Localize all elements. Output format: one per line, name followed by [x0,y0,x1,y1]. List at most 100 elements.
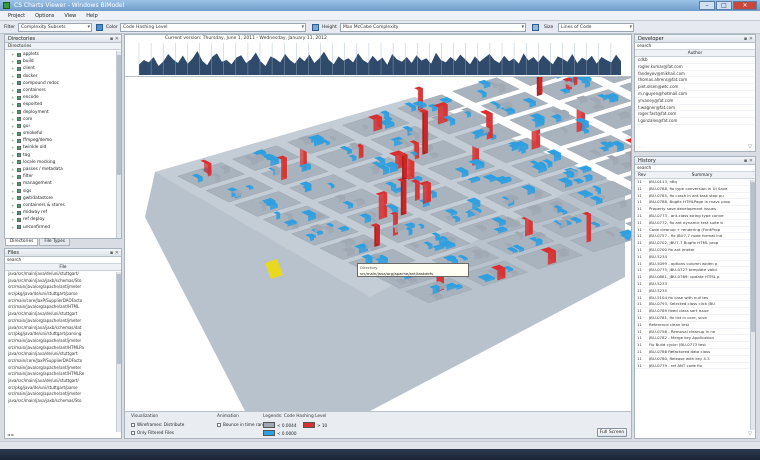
menu-help[interactable]: Help [86,11,97,20]
file-row[interactable]: src/pkg/java/de/uni/stuttgart/parse [8,385,121,392]
history-row[interactable]: 11 Reference clean test [635,322,755,329]
author-row[interactable]: rogler.kumar@fat.com [635,64,755,71]
directory-checkbox[interactable] [17,66,21,71]
file-row[interactable]: java/src/main/java/de/uni/stuttgart [8,351,121,358]
file-row[interactable]: src/main/java/org/apache/ant/HTML [8,304,121,311]
history-row[interactable]: 11 JBU-0773 - ant-class string type conve [635,213,755,220]
directory-item[interactable]: + sigs [11,188,121,195]
file-row[interactable]: src/main/java/org/apache/ant/jmeter [8,338,121,345]
menu-view[interactable]: View [64,11,76,20]
history-row[interactable]: 11 JBU-0788, fix type conversion in UI Sa… [635,186,755,193]
filtered-files-option[interactable]: Only Filtered Files [131,430,174,435]
history-row[interactable]: 11 Fix Build cycle: JBU-0773 test [635,342,755,349]
history-row[interactable]: 11 JBU-0793, Selected class click JBU [635,301,755,309]
directory-item[interactable]: + deployment [11,109,121,116]
directory-item[interactable]: + encode [11,94,121,101]
author-row[interactable]: cdkb [635,57,755,64]
file-row[interactable]: src/main/java/org/apache/ant/HTMLPa [8,345,121,352]
directory-item[interactable]: + containers & stores [11,202,121,209]
file-row[interactable]: src/main/java/org/apache/ant/jmeter [8,284,121,291]
menu-options[interactable]: Options [35,11,54,20]
directory-item[interactable]: + client [11,65,121,72]
author-column-header[interactable]: Author [635,50,755,57]
directory-item[interactable]: + ref deploy [11,216,121,223]
author-row[interactable]: yrvaney@fat.com [635,98,755,105]
file-row[interactable]: java/src/main/java/jaxb/schemas/Sto [8,278,121,285]
file-row[interactable]: java/src/main/java/de/uni/stuttgart/ [8,378,121,385]
directory-checkbox[interactable] [17,225,21,230]
history-row[interactable]: 11 Property save development issues [635,206,755,213]
history-row[interactable]: 11 JBU-0785, fix crash in ant task stop p… [635,193,755,200]
directory-checkbox[interactable] [17,102,21,107]
summary-column-header[interactable]: Summary [649,172,755,178]
files-search-input[interactable]: search [5,257,121,264]
fullscreen-button[interactable]: Full Screen [597,428,627,437]
directory-checkbox[interactable] [17,81,21,86]
close-button[interactable]: ✕ [733,1,757,10]
directory-item[interactable]: + core [11,116,121,123]
directories-scrollbar[interactable] [116,51,121,238]
directory-checkbox[interactable] [17,210,21,215]
file-row[interactable]: src/pkg/java/de/uni/stuttgart/parsing [8,331,121,338]
history-row[interactable]: 11 JBU-5234 [635,254,755,261]
developer-search-input[interactable]: search [635,43,755,50]
directory-item[interactable]: + exported [11,101,121,108]
history-row[interactable]: 11 JBU-0757 - fix JBU7-7 node format ind [635,233,755,241]
history-row[interactable]: 11 JBU-0786 Refactored data class [635,349,755,356]
code-city[interactable] [125,77,631,411]
history-row[interactable]: 11 JBU-0756 - Removal cleanup in ne [635,329,755,336]
directory-checkbox[interactable] [17,153,21,158]
scrollbar-thumb[interactable] [117,55,121,175]
history-row[interactable]: 11 JBU-0782 - Merge key Application [635,335,755,343]
panel-close-icon[interactable]: ▪ ✕ [744,158,753,164]
size-select[interactable]: Lines of Code [558,23,634,32]
panel-close-icon[interactable]: ▪ ✕ [744,36,753,42]
building[interactable] [625,137,631,143]
directory-item[interactable]: + tag [11,152,121,159]
directory-item[interactable]: + containers [11,87,121,94]
file-row[interactable]: src/main/java/org/apache/ant/jmeter [8,318,121,325]
directory-item[interactable]: + compound mdoc [11,80,121,87]
filter-icon[interactable]: ▽ [748,431,752,437]
author-row[interactable]: roger.fast@fat.com [635,111,755,119]
filter-select[interactable]: Complexity Subsets [18,23,92,32]
history-row[interactable]: 11 JBU-5104 fix case with null tes [635,295,755,302]
author-row[interactable]: thomas.ahrens@fat.com [635,77,755,85]
directory-item[interactable]: + ffmpeg/demo [11,137,121,144]
files-footer-icon[interactable]: ◄ ► [7,432,14,437]
menu-project[interactable]: Project [8,11,25,20]
maximize-button[interactable]: □ [716,1,732,10]
history-row[interactable]: 11 JBU-0781, fix list in core, scon [635,315,755,322]
directory-checkbox[interactable] [17,131,21,136]
directory-checkbox[interactable] [17,52,21,57]
minimize-button[interactable]: – [699,1,715,10]
author-row[interactable]: t.wagner@fat.com [635,105,755,112]
history-row[interactable]: 11 Code cleanup + rendering (FontProp [635,227,755,234]
history-row[interactable]: 11 JBU-0700 fix ant jmeter [635,247,755,254]
bounce-option[interactable]: Bounce in time range [217,422,268,427]
filtered-files-checkbox[interactable] [131,430,135,435]
directory-checkbox[interactable] [17,88,21,93]
history-row[interactable]: 11 JBU-0775, JBU-0727 template valid [635,267,755,275]
directory-checkbox[interactable] [17,110,21,115]
wireframes-checkbox[interactable] [131,422,135,427]
directory-item[interactable]: + midway ref [11,209,121,216]
wireframes-option[interactable]: Wireframes: Distribute [131,422,184,427]
file-row[interactable]: java/src/main/java/de/uni/stuttgart/ [8,271,121,278]
author-row[interactable]: piet.olsen@wtc.com [635,84,755,91]
directory-item[interactable]: + build [11,58,121,65]
file-row[interactable]: java/src/main/java/jaxb/schemas/dat [8,325,121,332]
history-row[interactable]: 11 JBU-0779 - ref ANT code fix [635,363,755,370]
history-row[interactable]: 11 JBU-0702, JBU7-7 Bugfix HTML prop [635,240,755,247]
file-row[interactable]: src/main/core/JaxP/SupplierDAOFacto [8,358,121,365]
file-row[interactable]: src/main/core/JaxP/SupplierDAOFacto [8,298,121,305]
city-district[interactable] [591,77,631,84]
directory-checkbox[interactable] [17,160,21,165]
files-column-header[interactable]: File [5,264,121,271]
directory-item[interactable]: + smokeful [11,130,121,137]
history-row[interactable]: 11 JBU-5233 [635,281,755,288]
directory-item[interactable]: + management [11,180,121,187]
directory-checkbox[interactable] [17,146,21,151]
panel-close-icon[interactable]: ▪ ✕ [110,250,119,256]
history-row[interactable]: 11 JBU-0113, n8q [635,179,755,186]
